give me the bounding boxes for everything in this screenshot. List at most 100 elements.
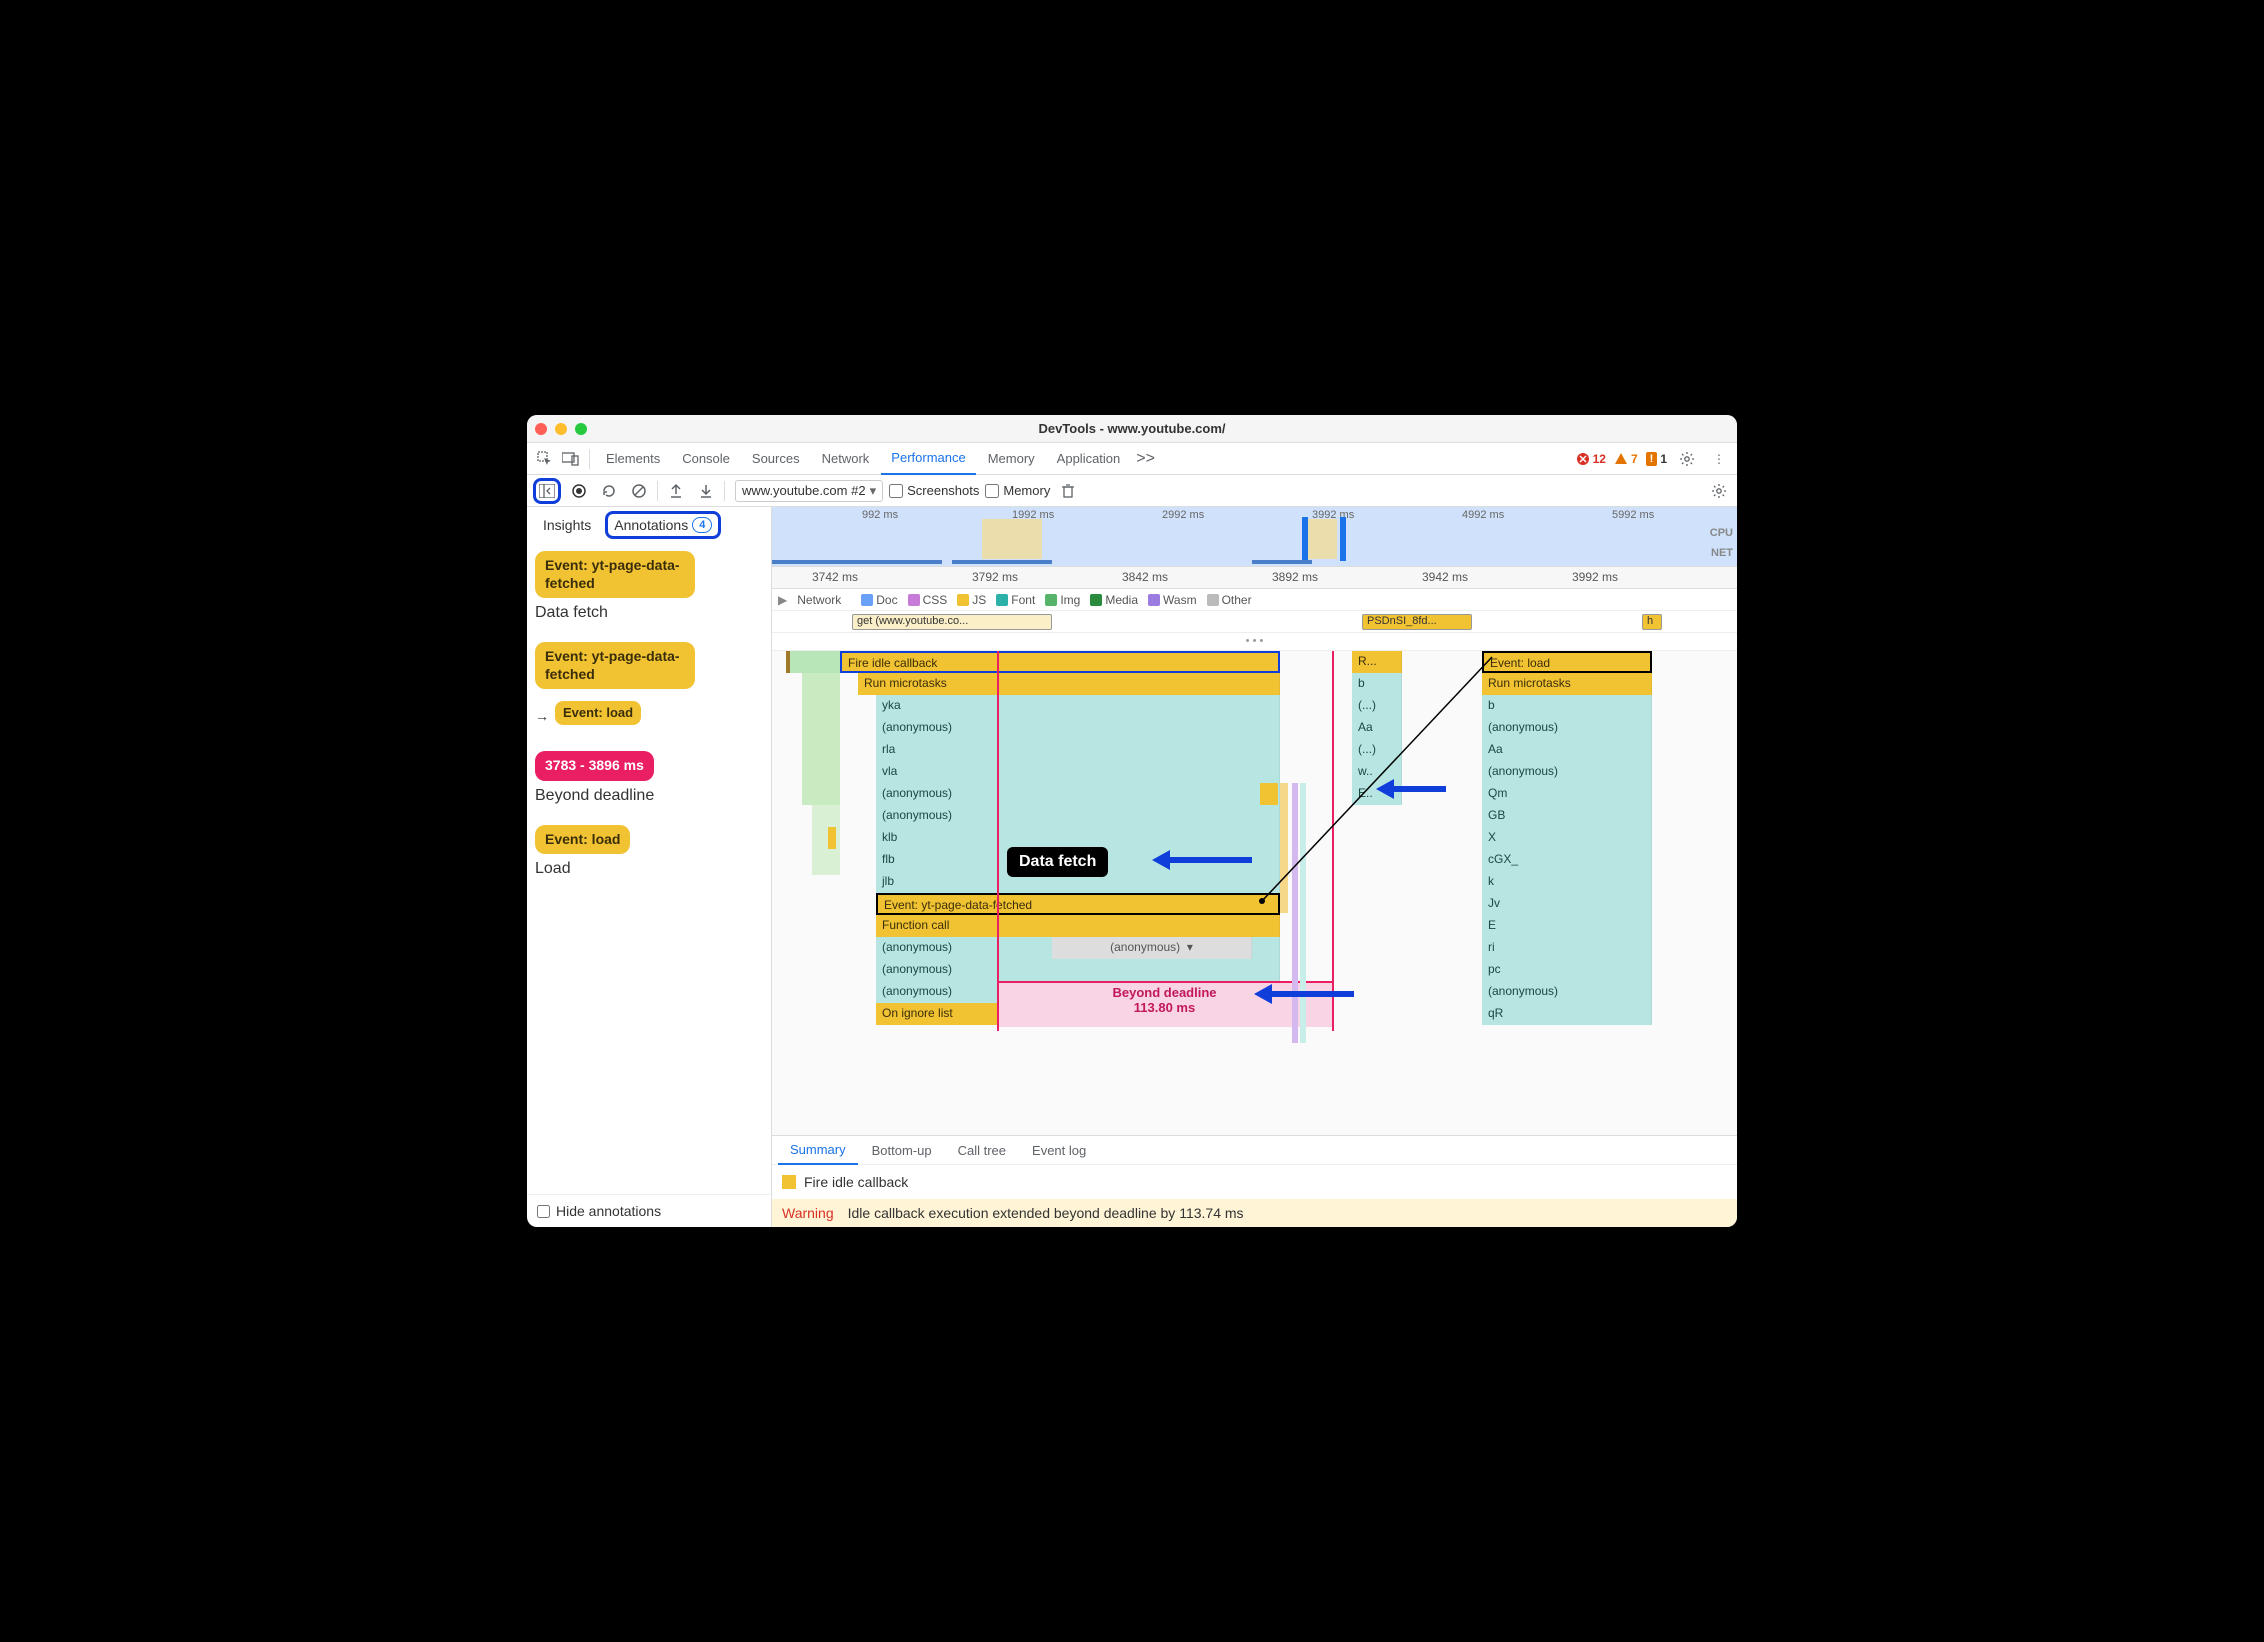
reload-icon[interactable] <box>597 479 621 503</box>
tab-call-tree[interactable]: Call tree <box>946 1135 1018 1165</box>
network-request[interactable]: PSDnSI_8fd... <box>1362 614 1472 630</box>
network-track-header[interactable]: ▶ Network DocCSSJSFontImgMediaWasmOther <box>772 589 1737 611</box>
flame-entry[interactable]: b <box>1482 695 1652 717</box>
annotation-item[interactable]: 3783 - 3896 ms Beyond deadline <box>531 751 767 805</box>
flame-entry[interactable]: Jv <box>1482 893 1652 915</box>
tab-performance[interactable]: Performance <box>881 443 975 475</box>
flame-entry[interactable]: E <box>1482 915 1652 937</box>
tab-network[interactable]: Network <box>812 443 880 475</box>
deadline-overlay: Beyond deadline 113.80 ms <box>997 981 1332 1027</box>
insights-tab[interactable]: Insights <box>533 511 601 539</box>
annotations-tab-highlighted[interactable]: Annotations 4 <box>605 511 721 539</box>
more-icon[interactable]: ⋮ <box>1707 447 1731 471</box>
anon-selector[interactable]: (anonymous) ▾ <box>1052 937 1252 959</box>
flame-entry[interactable]: vla <box>876 761 1280 783</box>
flame-entry[interactable]: k <box>1482 871 1652 893</box>
flame-entry[interactable]: cGX_ <box>1482 849 1652 871</box>
tab-summary[interactable]: Summary <box>778 1135 858 1165</box>
inspect-icon[interactable] <box>533 447 557 471</box>
flame-entry[interactable]: (...) <box>1352 739 1402 761</box>
overview-minimap[interactable]: 992 ms 1992 ms 2992 ms 3992 ms 4992 ms 5… <box>772 507 1737 567</box>
sidebar: Insights Annotations 4 Event: yt-page-da… <box>527 507 772 1227</box>
flame-entry[interactable]: Qm <box>1482 783 1652 805</box>
legend-item: Font <box>996 593 1035 607</box>
upload-icon[interactable] <box>664 479 688 503</box>
flame-entry[interactable]: b <box>1352 673 1402 695</box>
network-request[interactable]: get (www.youtube.co... <box>852 614 1052 630</box>
device-icon[interactable] <box>559 447 583 471</box>
flame-entry[interactable]: (anonymous) <box>876 959 1280 981</box>
annotations-list: Event: yt-page-data-fetched Data fetch E… <box>527 543 771 1194</box>
flame-entry[interactable]: (...) <box>1352 695 1402 717</box>
tab-sources[interactable]: Sources <box>742 443 810 475</box>
flame-entry[interactable]: qR <box>1482 1003 1652 1025</box>
flame-entry[interactable]: (anonymous) <box>1482 981 1652 1003</box>
flame-entry[interactable]: (anonymous) <box>876 805 1280 827</box>
annotation-item[interactable]: Event: yt-page-data-fetched → Event: loa… <box>531 642 767 731</box>
annotation-item[interactable]: Event: load Load <box>531 825 767 879</box>
flame-entry[interactable]: (anonymous) <box>1482 761 1652 783</box>
callout-data-fetch: Data fetch <box>1007 847 1108 877</box>
devtools-window: DevTools - www.youtube.com/ Elements Con… <box>527 415 1737 1227</box>
tab-event-log[interactable]: Event log <box>1020 1135 1098 1165</box>
tab-elements[interactable]: Elements <box>596 443 670 475</box>
memory-checkbox[interactable]: Memory <box>985 483 1050 498</box>
warning-row: Warning Idle callback execution extended… <box>772 1199 1737 1227</box>
sidebar-toggle-highlighted[interactable] <box>533 478 561 504</box>
arrow-icon: → <box>535 708 549 724</box>
flame-entry[interactable]: Event: yt-page-data-fetched <box>876 893 1280 915</box>
flame-entry[interactable]: X <box>1482 827 1652 849</box>
flame-entry[interactable]: Aa <box>1482 739 1652 761</box>
flame-entry[interactable]: rla <box>876 739 1280 761</box>
warning-count[interactable]: 7 <box>1614 452 1638 466</box>
issue-count[interactable]: !1 <box>1646 452 1667 466</box>
main-tabbar: Elements Console Sources Network Perform… <box>527 443 1737 475</box>
details-tabs: Summary Bottom-up Call tree Event log <box>772 1135 1737 1165</box>
flame-entry[interactable]: Run microtasks <box>858 673 1280 695</box>
flame-chart[interactable]: Fire idle callbackRun microtasksyka(anon… <box>772 651 1737 1135</box>
flame-entry[interactable]: Run microtasks <box>1482 673 1652 695</box>
event-swatch <box>782 1175 796 1189</box>
settings-icon[interactable] <box>1675 447 1699 471</box>
legend-item: Other <box>1207 593 1252 607</box>
tab-console[interactable]: Console <box>672 443 740 475</box>
gc-icon[interactable] <box>1056 479 1080 503</box>
flame-entry[interactable]: (anonymous) <box>876 717 1280 739</box>
flame-entry[interactable]: Function call <box>876 915 1280 937</box>
flame-entry[interactable]: R... <box>1352 651 1402 673</box>
legend-item: Wasm <box>1148 593 1197 607</box>
legend-item: Img <box>1045 593 1080 607</box>
hide-annotations-checkbox[interactable]: Hide annotations <box>527 1194 771 1227</box>
legend-item: Media <box>1090 593 1138 607</box>
record-icon[interactable] <box>567 479 591 503</box>
perf-toolbar: www.youtube.com #2▾ Screenshots Memory <box>527 475 1737 507</box>
download-icon[interactable] <box>694 479 718 503</box>
annotation-item[interactable]: Event: yt-page-data-fetched Data fetch <box>531 551 767 622</box>
network-request[interactable]: h <box>1642 614 1662 630</box>
flame-entry[interactable]: Fire idle callback <box>840 651 1280 673</box>
flame-entry[interactable]: (anonymous) <box>1482 717 1652 739</box>
flame-entry[interactable]: ri <box>1482 937 1652 959</box>
window-title: DevTools - www.youtube.com/ <box>527 421 1737 436</box>
flame-entry[interactable]: GB <box>1482 805 1652 827</box>
tab-bottom-up[interactable]: Bottom-up <box>860 1135 944 1165</box>
tab-application[interactable]: Application <box>1047 443 1131 475</box>
legend-item: CSS <box>908 593 948 607</box>
flame-entry[interactable]: Event: load <box>1482 651 1652 673</box>
tabs-overflow[interactable]: >> <box>1132 450 1159 468</box>
flame-entry[interactable]: pc <box>1482 959 1652 981</box>
screenshots-checkbox[interactable]: Screenshots <box>889 483 979 498</box>
clear-icon[interactable] <box>627 479 651 503</box>
perf-settings-icon[interactable] <box>1707 479 1731 503</box>
flame-entry[interactable]: (anonymous) <box>876 783 1280 805</box>
recording-selector[interactable]: www.youtube.com #2▾ <box>735 480 883 502</box>
titlebar: DevTools - www.youtube.com/ <box>527 415 1737 443</box>
flame-entry[interactable]: yka <box>876 695 1280 717</box>
network-track[interactable]: get (www.youtube.co... PSDnSI_8fd... h <box>772 611 1737 633</box>
timeline-ruler[interactable]: 3742 ms 3792 ms 3842 ms 3892 ms 3942 ms … <box>772 567 1737 589</box>
tab-memory[interactable]: Memory <box>978 443 1045 475</box>
error-count[interactable]: 12 <box>1576 452 1606 466</box>
flame-entry[interactable]: Aa <box>1352 717 1402 739</box>
legend-item: Doc <box>861 593 897 607</box>
flame-entry[interactable]: klb <box>876 827 1280 849</box>
